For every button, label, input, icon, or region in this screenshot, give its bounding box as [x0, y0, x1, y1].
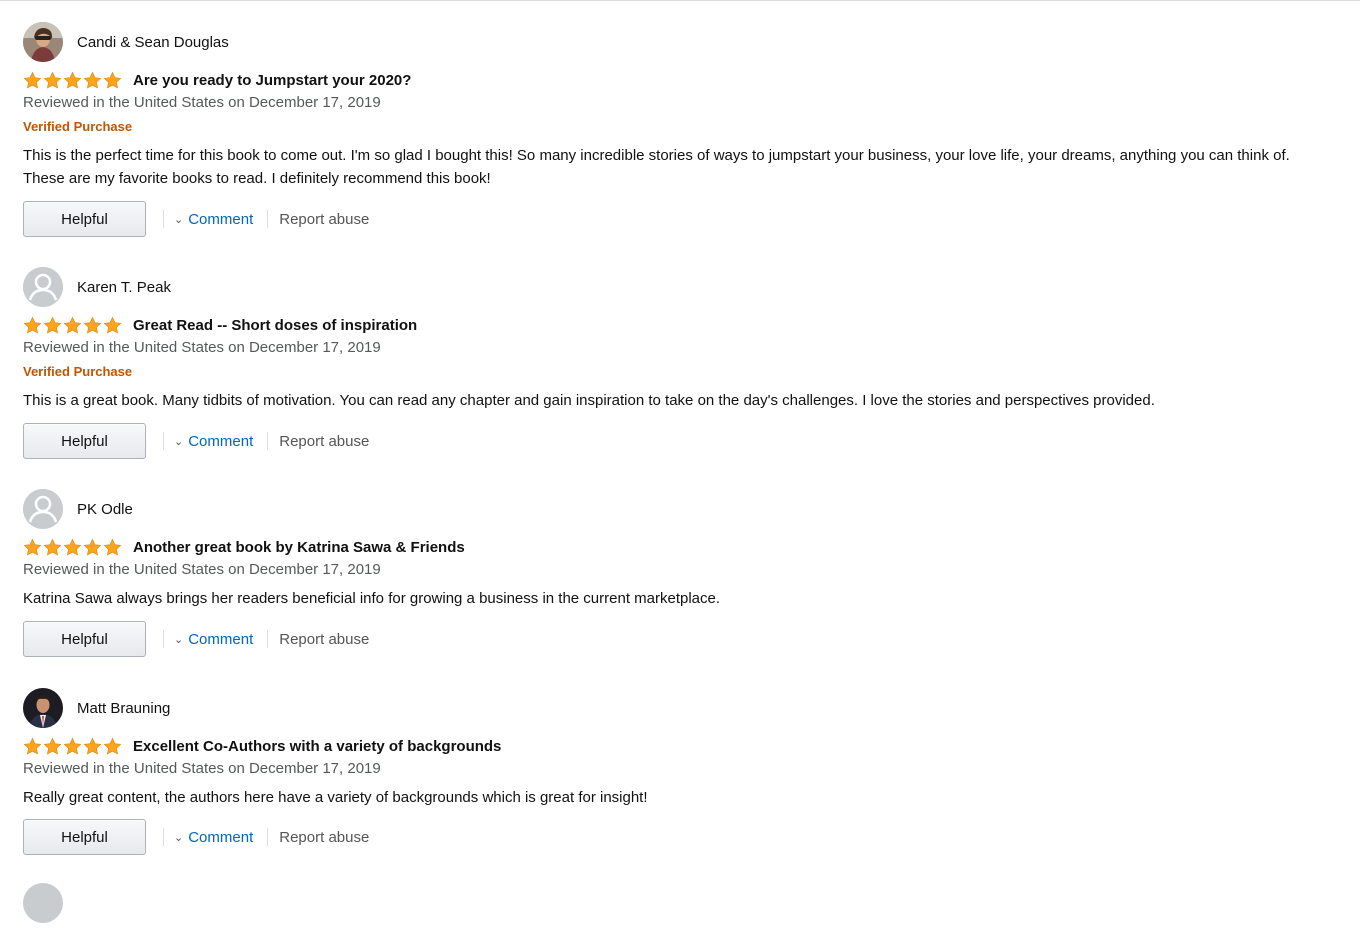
star-icon [43, 538, 62, 556]
review-body: This is the perfect time for this book t… [23, 147, 1290, 187]
review-body: Katrina Sawa always brings her readers b… [23, 590, 721, 607]
star-icon [23, 737, 42, 755]
divider [163, 432, 164, 450]
review-actions: Helpful ⌄ Comment Report abuse [23, 421, 369, 461]
user-photo-man-icon [23, 688, 63, 728]
comment-link[interactable]: ⌄ Comment [174, 433, 253, 450]
comment-label: Comment [188, 828, 254, 846]
review-title[interactable]: Are you ready to Jumpstart your 2020? [133, 72, 411, 89]
default-user-icon [23, 489, 63, 529]
helpful-button[interactable]: Helpful [23, 423, 146, 459]
avatar[interactable] [23, 883, 63, 923]
star-rating[interactable] [23, 71, 123, 90]
rating-title-row: Great Read -- Short doses of inspiration [23, 313, 417, 337]
top-divider [0, 0, 1360, 1]
star-rating[interactable] [23, 737, 123, 756]
star-icon [103, 538, 122, 556]
reviewer-profile[interactable]: Candi & Sean Douglas [23, 22, 229, 62]
review-card: Karen T. Peak Great Read -- Short doses … [23, 267, 1333, 507]
review-actions: Helpful ⌄ Comment Report abuse [23, 619, 369, 659]
divider [267, 630, 269, 648]
chevron-down-icon: ⌄ [174, 633, 184, 646]
reviewer-name[interactable]: Candi & Sean Douglas [77, 34, 229, 51]
review-date: Reviewed in the United States on Decembe… [23, 339, 381, 356]
star-icon [23, 316, 42, 334]
verified-purchase-badge[interactable]: Verified Purchase [23, 364, 132, 379]
review-date: Reviewed in the United States on Decembe… [23, 561, 381, 578]
review-body: This is a great book. Many tidbits of mo… [23, 392, 1155, 409]
star-icon [103, 71, 122, 89]
helpful-button[interactable]: Helpful [23, 819, 146, 855]
comment-link[interactable]: ⌄ Comment [174, 631, 253, 648]
helpful-button[interactable]: Helpful [23, 201, 146, 237]
star-rating[interactable] [23, 316, 123, 335]
avatar[interactable] [23, 688, 63, 728]
chevron-down-icon: ⌄ [174, 213, 184, 226]
rating-title-row: Excellent Co-Authors with a variety of b… [23, 734, 501, 758]
star-icon [103, 737, 122, 755]
reviewer-name[interactable]: PK Odle [77, 501, 133, 518]
reviewer-name[interactable]: Matt Brauning [77, 700, 170, 717]
divider [163, 210, 164, 228]
review-title[interactable]: Another great book by Katrina Sawa & Fri… [133, 539, 465, 556]
review-title[interactable]: Great Read -- Short doses of inspiration [133, 317, 417, 334]
divider [163, 630, 164, 648]
star-icon [43, 737, 62, 755]
star-icon [63, 316, 82, 334]
user-photo-woman-icon [23, 22, 63, 62]
helpful-button[interactable]: Helpful [23, 621, 146, 657]
review-body: Really great content, the authors here h… [23, 789, 648, 806]
star-rating[interactable] [23, 538, 123, 557]
star-icon [23, 71, 42, 89]
report-abuse-link[interactable]: Report abuse [279, 631, 369, 648]
review-actions: Helpful ⌄ Comment Report abuse [23, 817, 369, 857]
reviewer-profile[interactable]: PK Odle [23, 489, 133, 529]
star-icon [43, 316, 62, 334]
star-icon [83, 538, 102, 556]
reviewer-profile[interactable]: Matt Brauning [23, 688, 170, 728]
star-icon [103, 316, 122, 334]
divider [267, 432, 269, 450]
report-abuse-link[interactable]: Report abuse [279, 829, 369, 846]
reviewer-name[interactable]: Karen T. Peak [77, 279, 171, 296]
review-title[interactable]: Excellent Co-Authors with a variety of b… [133, 738, 501, 755]
reviewer-profile[interactable]: Karen T. Peak [23, 267, 171, 307]
avatar[interactable] [23, 267, 63, 307]
chevron-down-icon: ⌄ [174, 831, 184, 844]
divider [163, 828, 164, 846]
review-date: Reviewed in the United States on Decembe… [23, 94, 381, 111]
comment-label: Comment [188, 630, 254, 648]
review-actions: Helpful ⌄ Comment Report abuse [23, 199, 369, 239]
rating-title-row: Another great book by Katrina Sawa & Fri… [23, 535, 465, 559]
chevron-down-icon: ⌄ [174, 435, 184, 448]
review-card: Matt Brauning Excellent Co-Authors with … [23, 688, 1333, 928]
comment-label: Comment [188, 432, 254, 450]
default-user-icon [23, 267, 63, 307]
report-abuse-link[interactable]: Report abuse [279, 211, 369, 228]
star-icon [83, 316, 102, 334]
comment-link[interactable]: ⌄ Comment [174, 829, 253, 846]
report-abuse-link[interactable]: Report abuse [279, 433, 369, 450]
verified-purchase-badge[interactable]: Verified Purchase [23, 119, 132, 134]
avatar[interactable] [23, 489, 63, 529]
review-card: Candi & Sean Douglas Are you ready to Ju… [23, 22, 1333, 262]
review-date: Reviewed in the United States on Decembe… [23, 760, 381, 777]
divider [267, 828, 269, 846]
star-icon [63, 71, 82, 89]
star-icon [83, 737, 102, 755]
star-icon [83, 71, 102, 89]
star-icon [43, 71, 62, 89]
comment-link[interactable]: ⌄ Comment [174, 211, 253, 228]
star-icon [63, 538, 82, 556]
comment-label: Comment [188, 210, 254, 228]
divider [267, 210, 269, 228]
rating-title-row: Are you ready to Jumpstart your 2020? [23, 68, 411, 92]
avatar[interactable] [23, 22, 63, 62]
star-icon [63, 737, 82, 755]
star-icon [23, 538, 42, 556]
